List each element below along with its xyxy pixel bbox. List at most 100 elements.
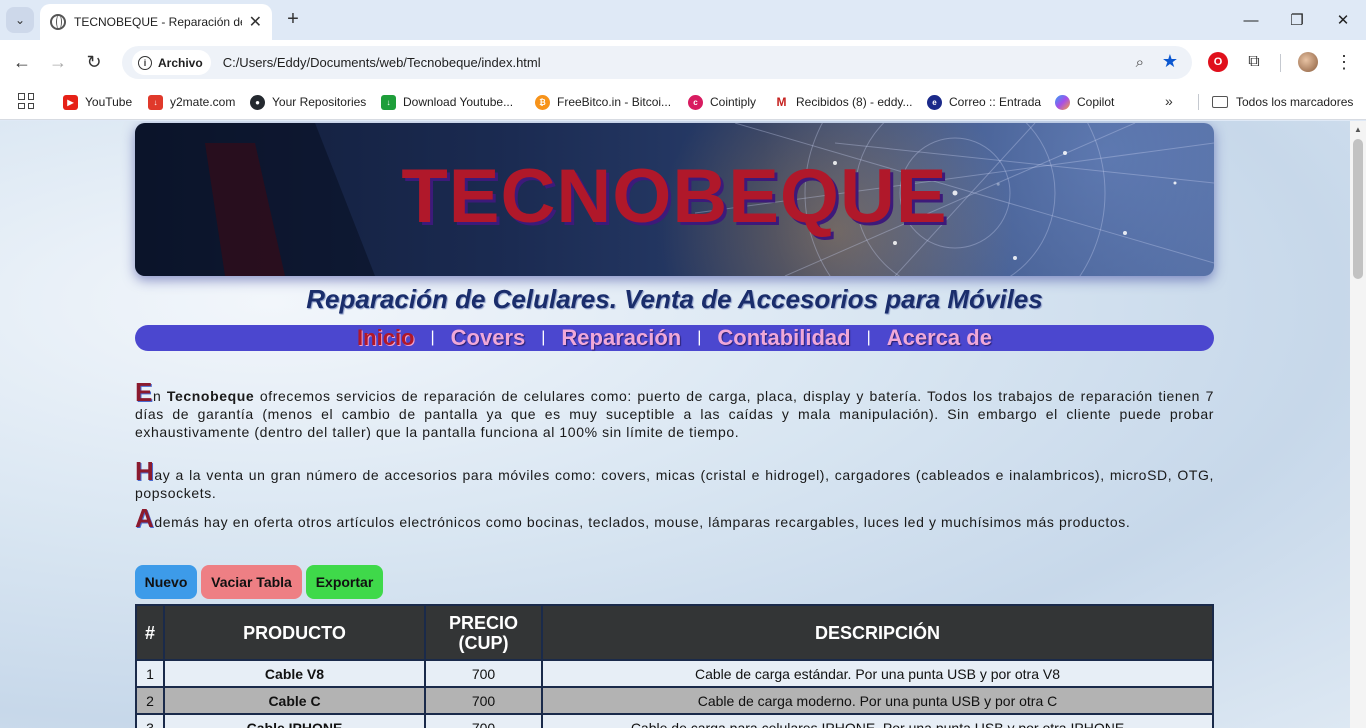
products-table: # PRODUCTO PRECIO (CUP) DESCRIPCIÓN 1 Ca… [135,604,1214,728]
cell-number: 1 [135,659,165,688]
new-tab-button[interactable]: + [282,8,304,31]
column-header-product: PRODUCTO [163,604,426,661]
cell-number: 2 [135,686,165,715]
download-icon: ↓ [381,94,396,110]
bookmark-label: Todos los marcadores [1236,95,1354,109]
apps-grid-icon[interactable] [18,93,34,109]
paragraph-text: n [152,388,167,404]
tab-strip: ⌄ TECNOBEQUE - Reparación de Celulares ✕… [0,0,1366,40]
minimize-icon[interactable]: — [1228,0,1274,40]
nav-acerca-de[interactable]: Acerca de [871,325,1008,351]
bookmark-label: Download Youtube... [403,95,514,109]
bookmark-github[interactable]: ● Your Repositories [250,92,366,112]
restore-icon[interactable]: ❐ [1274,0,1320,40]
opera-extension-icon[interactable]: O [1208,52,1228,72]
nav-inicio[interactable]: Inicio [341,325,430,351]
bookmark-label: Copilot [1077,95,1115,109]
bookmark-youtube[interactable]: ▶ YouTube [63,92,132,112]
bookmark-cointiply[interactable]: c Cointiply [688,92,756,112]
extensions-puzzle-icon[interactable]: ⧉ [1244,52,1264,72]
chevron-down-icon: ⌄ [14,13,26,27]
cell-description: Cable de carga estándar. Por una punta U… [541,659,1214,688]
accessories-paragraph: Hay a la venta un gran número de accesor… [135,458,1214,502]
gmail-icon: M [774,94,789,110]
profile-avatar[interactable] [1298,52,1318,72]
bookmark-star-icon[interactable]: ★ [1162,51,1178,72]
toolbar-divider [1280,54,1281,72]
site-info-label: Archivo [158,55,203,70]
close-window-icon[interactable]: ✕ [1320,0,1366,40]
browser-toolbar: ← → ↻ i Archivo C:/Users/Eddy/Documents/… [0,40,1366,84]
bookmark-freebitcoin[interactable]: ₿ FreeBitco.in - Bitcoi... [535,92,671,112]
forward-button[interactable]: → [46,50,70,74]
site-info-chip[interactable]: i Archivo [132,50,211,75]
bookmark-label: FreeBitco.in - Bitcoi... [557,95,672,109]
site-banner: TECNOBEQUE [135,123,1214,276]
column-header-description: DESCRIPCIÓN [541,604,1214,661]
nav-contabilidad[interactable]: Contabilidad [701,325,866,351]
scroll-thumb[interactable] [1353,139,1363,279]
cell-description: Cable de carga moderno. Por una punta US… [541,686,1214,715]
back-button[interactable]: ← [10,50,34,74]
cell-product: Cable C [163,686,426,715]
site-tagline: Reparación de Celulares. Venta de Acceso… [306,284,1043,314]
drop-cap: H [135,456,155,486]
close-tab-icon[interactable]: ✕ [249,12,262,32]
electronics-paragraph: Además hay en oferta otros artículos ele… [135,505,1214,531]
export-button[interactable]: Exportar [306,565,383,599]
bookmarks-bar: ▶ YouTube ↓ y2mate.com ● Your Repositories … [0,84,1366,120]
bookmark-gmail[interactable]: M Recibidos (8) - eddy... [774,92,913,112]
table-row[interactable]: 3 Cable IPHONE 700 Cable de carga para c… [135,713,1214,728]
mail-icon: e [927,94,942,110]
cell-product: Cable IPHONE [163,713,426,728]
cell-price: 700 [424,659,543,688]
clear-table-button[interactable]: Vaciar Tabla [201,565,302,599]
url-text[interactable]: C:/Users/Eddy/Documents/web/Tecnobeque/i… [223,55,541,70]
zoom-icon[interactable]: ⌕ [1136,54,1144,71]
bookmark-copilot[interactable]: Copilot [1055,92,1114,112]
bitcoin-icon: ₿ [535,94,550,110]
column-header-price: PRECIO (CUP) [424,604,543,661]
new-button[interactable]: Nuevo [135,565,197,599]
table-row[interactable]: 2 Cable C 700 Cable de carga moderno. Po… [135,686,1214,715]
bookmark-download-youtube[interactable]: ↓ Download Youtube... [381,92,513,112]
drop-cap: A [135,503,155,533]
cointiply-icon: c [688,94,703,110]
window-controls: — ❐ ✕ [1228,0,1366,40]
nav-covers[interactable]: Covers [435,325,542,351]
bookmark-y2mate[interactable]: ↓ y2mate.com [148,92,235,112]
more-bookmarks-icon[interactable]: » [1165,93,1173,109]
page-viewport: TECNOBEQUE Reparación de Celulares. Vent… [0,121,1350,728]
column-header-number: # [135,604,165,661]
youtube-icon: ▶ [63,94,78,110]
info-icon: i [138,55,152,70]
banner-title: TECNOBEQUE [401,154,948,239]
tab-title: TECNOBEQUE - Reparación de Celulares [74,15,242,29]
cell-number: 3 [135,713,165,728]
all-bookmarks-folder[interactable]: Todos los marcadores [1212,92,1353,112]
bookmark-correo[interactable]: e Correo :: Entrada [927,92,1041,112]
nav-reparacion[interactable]: Reparación [545,325,697,351]
bookmark-label: YouTube [85,95,133,109]
browser-tab-active[interactable]: TECNOBEQUE - Reparación de Celulares ✕ [40,4,272,40]
bookmark-label: y2mate.com [170,95,236,109]
table-header-row: # PRODUCTO PRECIO (CUP) DESCRIPCIÓN [135,604,1214,661]
reload-button[interactable]: ↻ [82,50,106,74]
cell-description: Cable de carga para celulares IPHONE. Po… [541,713,1214,728]
address-bar[interactable]: i Archivo C:/Users/Eddy/Documents/web/Te… [122,46,1192,79]
table-row[interactable]: 1 Cable V8 700 Cable de carga estándar. … [135,659,1214,688]
arrow-left-icon: ← [13,51,31,72]
copilot-icon [1055,94,1070,110]
site-nav: Inicio | Covers | Reparación | Contabili… [135,325,1214,351]
cell-price: 700 [424,713,543,728]
globe-icon [50,14,66,30]
download-icon: ↓ [148,94,163,110]
bookmark-label: Cointiply [710,95,757,109]
cell-product: Cable V8 [163,659,426,688]
tab-search-button[interactable]: ⌄ [6,7,34,33]
page-scrollbar[interactable]: ▲ [1350,121,1366,728]
menu-dots-icon[interactable]: ⋮ [1334,52,1354,72]
arrow-right-icon: → [49,51,67,72]
scroll-up-icon[interactable]: ▲ [1354,125,1362,134]
reload-icon: ↻ [86,51,102,72]
